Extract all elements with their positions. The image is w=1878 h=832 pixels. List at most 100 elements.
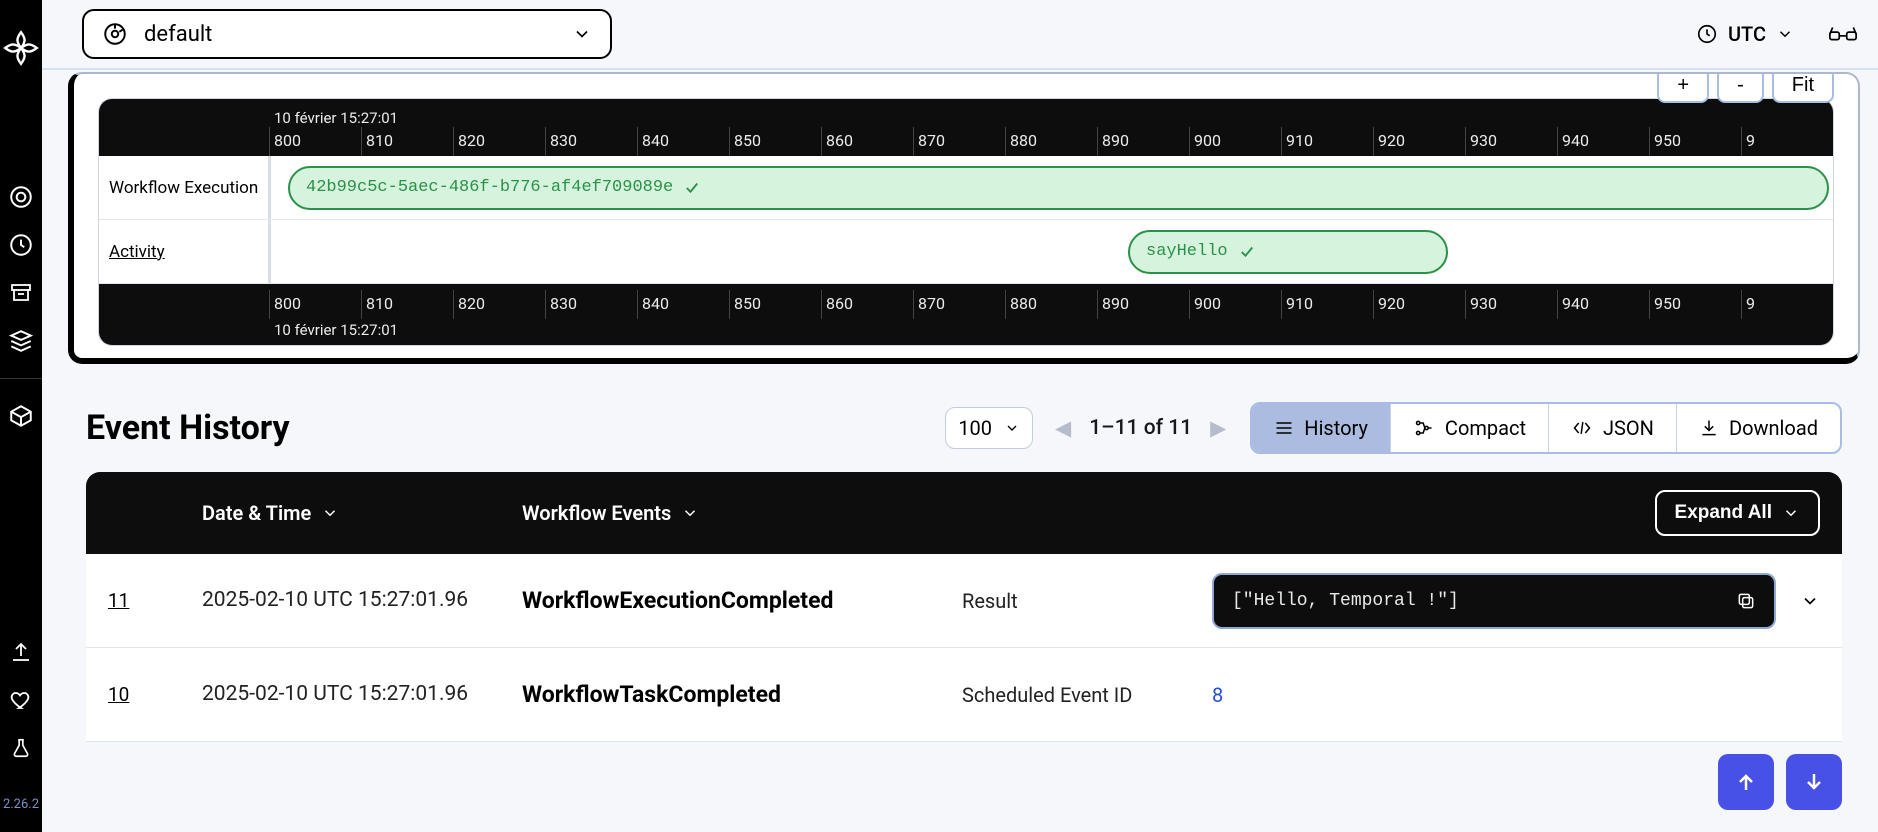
axis-tick: 810 (361, 127, 453, 156)
axis-tick: 800 (269, 127, 361, 156)
axis-tick: 870 (913, 127, 1005, 156)
temporal-logo-icon[interactable] (1, 28, 41, 68)
zoom-fit-button[interactable]: Fit (1772, 72, 1834, 103)
namespace-icon (102, 21, 128, 47)
batch-icon[interactable] (8, 328, 34, 354)
topbar: default UTC (42, 0, 1878, 70)
tab-compact[interactable]: Compact (1390, 404, 1548, 452)
axis-tick: 910 (1281, 290, 1373, 319)
namespaces-icon[interactable] (8, 403, 34, 429)
axis-tick: 800 (269, 290, 361, 319)
chevron-down-icon (1004, 420, 1020, 436)
workflow-id: 42b99c5c-5aec-486f-b776-af4ef709089e (306, 178, 673, 197)
column-date-time[interactable]: Date & Time (202, 501, 522, 525)
table-row[interactable]: 102025-02-10 UTC 15:27:01.96WorkflowTask… (86, 648, 1842, 742)
event-type: WorkflowExecutionCompleted (522, 587, 962, 614)
axis-tick: 840 (637, 127, 729, 156)
expand-all-button[interactable]: Expand All (1655, 490, 1820, 536)
check-icon (683, 179, 701, 197)
axis-tick: 810 (361, 290, 453, 319)
axis-tick: 870 (913, 290, 1005, 319)
axis-tick: 880 (1005, 290, 1097, 319)
event-id[interactable]: 11 (108, 589, 202, 612)
axis-tick: 930 (1465, 290, 1557, 319)
activity-row-label: Activity (99, 220, 269, 283)
view-tabs: History Compact JSON Download (1250, 402, 1842, 454)
axis-tick: 9 (1741, 127, 1833, 156)
labs-icon[interactable] (8, 735, 34, 761)
axis-tick: 820 (453, 290, 545, 319)
activity-name: sayHello (1146, 242, 1228, 261)
workflow-execution-bar[interactable]: 42b99c5c-5aec-486f-b776-af4ef709089e (288, 166, 1829, 210)
axis-tick: 900 (1189, 127, 1281, 156)
axis-date-bottom: 10 février 15:27:01 (99, 319, 1833, 345)
result-code-box: ["Hello, Temporal !"] (1212, 573, 1776, 629)
scroll-up-button[interactable] (1718, 754, 1774, 810)
axis-tick: 850 (729, 290, 821, 319)
tab-json[interactable]: JSON (1548, 404, 1676, 452)
axis-tick: 920 (1373, 290, 1465, 319)
axis-tick: 820 (453, 127, 545, 156)
zoom-in-button[interactable]: + (1657, 72, 1709, 103)
page-range: 1–11 of 11 (1089, 416, 1192, 440)
archive-icon[interactable] (8, 280, 34, 306)
tab-download[interactable]: Download (1676, 404, 1840, 452)
scheduled-event-link[interactable]: 8 (1212, 683, 1223, 707)
axis-tick: 880 (1005, 127, 1097, 156)
timezone-label: UTC (1728, 22, 1766, 46)
event-history-title: Event History (86, 408, 290, 448)
schedules-icon[interactable] (8, 232, 34, 258)
axis-tick: 950 (1649, 127, 1741, 156)
axis-tick: 840 (637, 290, 729, 319)
page-prev-button[interactable]: ◀ (1055, 416, 1071, 441)
event-id[interactable]: 10 (108, 683, 202, 706)
event-detail-value: 8 (1212, 683, 1820, 707)
sidebar: 2.26.2 (0, 0, 42, 832)
chevron-down-icon (1776, 25, 1794, 43)
scroll-down-button[interactable] (1786, 754, 1842, 810)
version-label: 2.26.2 (3, 797, 39, 812)
axis-tick: 920 (1373, 127, 1465, 156)
pagination: ◀ 1–11 of 11 ▶ (1055, 416, 1226, 441)
feedback-icon[interactable] (8, 687, 34, 713)
event-type: WorkflowTaskCompleted (522, 681, 962, 708)
axis-tick: 950 (1649, 290, 1741, 319)
axis-tick: 910 (1281, 127, 1373, 156)
workflow-execution-label: Workflow Execution (99, 156, 269, 219)
event-detail-value: ["Hello, Temporal !"] (1212, 573, 1820, 629)
axis-tick: 940 (1557, 127, 1649, 156)
axis-tick: 930 (1465, 127, 1557, 156)
import-icon[interactable] (8, 639, 34, 665)
glasses-icon[interactable] (1828, 23, 1858, 45)
clock-icon (1696, 23, 1718, 45)
axis-tick: 940 (1557, 290, 1649, 319)
timezone-selector[interactable]: UTC (1696, 22, 1794, 46)
timeline-panel: + - Fit 10 février 15:27:01 800810820830… (68, 72, 1860, 364)
axis-tick: 830 (545, 127, 637, 156)
namespace-label: default (144, 22, 212, 47)
workflows-icon[interactable] (8, 184, 34, 210)
event-detail-key: Result (962, 589, 1212, 613)
zoom-out-button[interactable]: - (1717, 72, 1764, 103)
column-workflow-events[interactable]: Workflow Events (522, 501, 962, 525)
copy-icon[interactable] (1736, 591, 1756, 611)
namespace-selector[interactable]: default (82, 9, 612, 59)
page-size-selector[interactable]: 100 (945, 407, 1033, 449)
axis-tick: 890 (1097, 127, 1189, 156)
event-datetime: 2025-02-10 UTC 15:27:01.96 (202, 679, 522, 709)
chevron-down-icon[interactable] (1800, 591, 1820, 611)
axis-tick: 830 (545, 290, 637, 319)
event-table: Date & Time Workflow Events Expand All 1… (86, 472, 1842, 742)
page-next-button[interactable]: ▶ (1210, 416, 1226, 441)
axis-tick: 9 (1741, 290, 1833, 319)
timeline-axis-bottom: 8008108208308408508608708808909009109209… (99, 284, 1833, 345)
timeline-axis-top: 10 février 15:27:01 80081082083084085086… (99, 99, 1833, 156)
axis-tick: 850 (729, 127, 821, 156)
axis-tick: 890 (1097, 290, 1189, 319)
tab-history[interactable]: History (1252, 404, 1390, 452)
check-icon (1238, 243, 1256, 261)
axis-tick: 900 (1189, 290, 1281, 319)
table-row[interactable]: 112025-02-10 UTC 15:27:01.96WorkflowExec… (86, 554, 1842, 648)
axis-tick: 860 (821, 290, 913, 319)
activity-bar[interactable]: sayHello (1128, 230, 1448, 274)
